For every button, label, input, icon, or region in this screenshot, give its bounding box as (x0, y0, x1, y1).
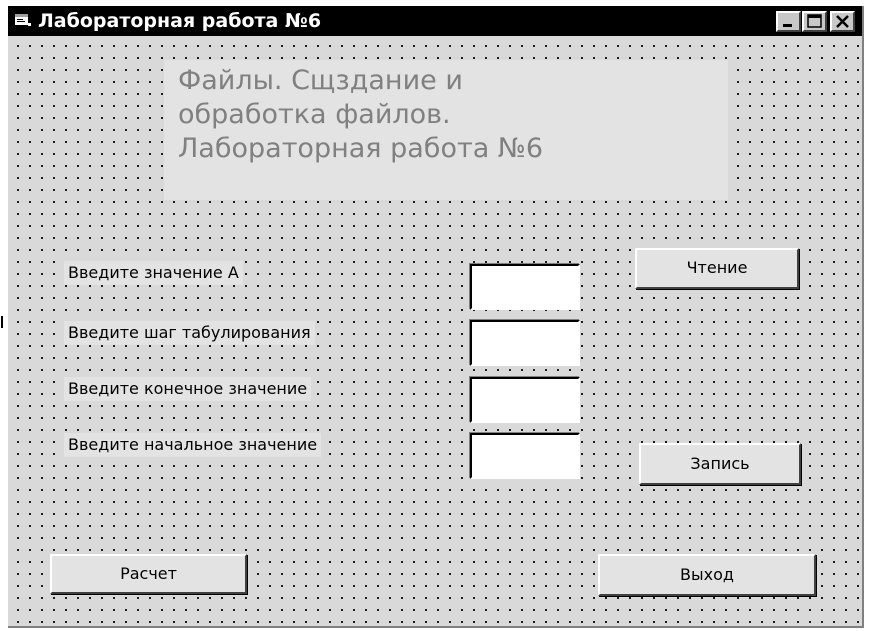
label-value-a: Введите значение А (64, 261, 243, 285)
form-icon[interactable] (14, 13, 32, 28)
minimize-icon (783, 24, 792, 27)
edge-mark (1, 316, 3, 328)
label-end-value: Введите конечное значение (64, 377, 312, 401)
start-value-input[interactable] (470, 433, 580, 479)
heading-line-2: обработка файлов. (178, 99, 451, 130)
close-button[interactable] (830, 11, 855, 32)
minimize-button[interactable] (776, 11, 801, 32)
exit-button[interactable]: Выход (598, 554, 816, 596)
calculate-button[interactable]: Расчет (50, 554, 247, 594)
label-tab-step: Введите шаг табулирования (64, 321, 315, 345)
heading-label: Файлы. Сщздание и обработка файлов. Лабо… (164, 60, 728, 200)
write-button[interactable]: Запись (639, 443, 801, 485)
value-a-input[interactable] (470, 264, 580, 310)
label-start-value: Введите начальное значение (64, 433, 322, 457)
title-bar[interactable]: Лабораторная работа №6 (8, 6, 862, 36)
form-window: Лабораторная работа №6 Файлы. Сщздание и… (8, 6, 864, 628)
read-button[interactable]: Чтение (635, 248, 799, 289)
heading-line-3: Лабораторная работа №6 (178, 133, 544, 164)
heading-line-1: Файлы. Сщздание и (178, 65, 463, 96)
tab-step-input[interactable] (470, 320, 580, 366)
maximize-button[interactable] (802, 11, 827, 32)
close-icon (836, 15, 849, 28)
window-title: Лабораторная работа №6 (38, 10, 322, 32)
form-client-area: Файлы. Сщздание и обработка файлов. Лабо… (8, 36, 862, 626)
maximize-icon (807, 14, 822, 28)
end-value-input[interactable] (470, 377, 580, 423)
